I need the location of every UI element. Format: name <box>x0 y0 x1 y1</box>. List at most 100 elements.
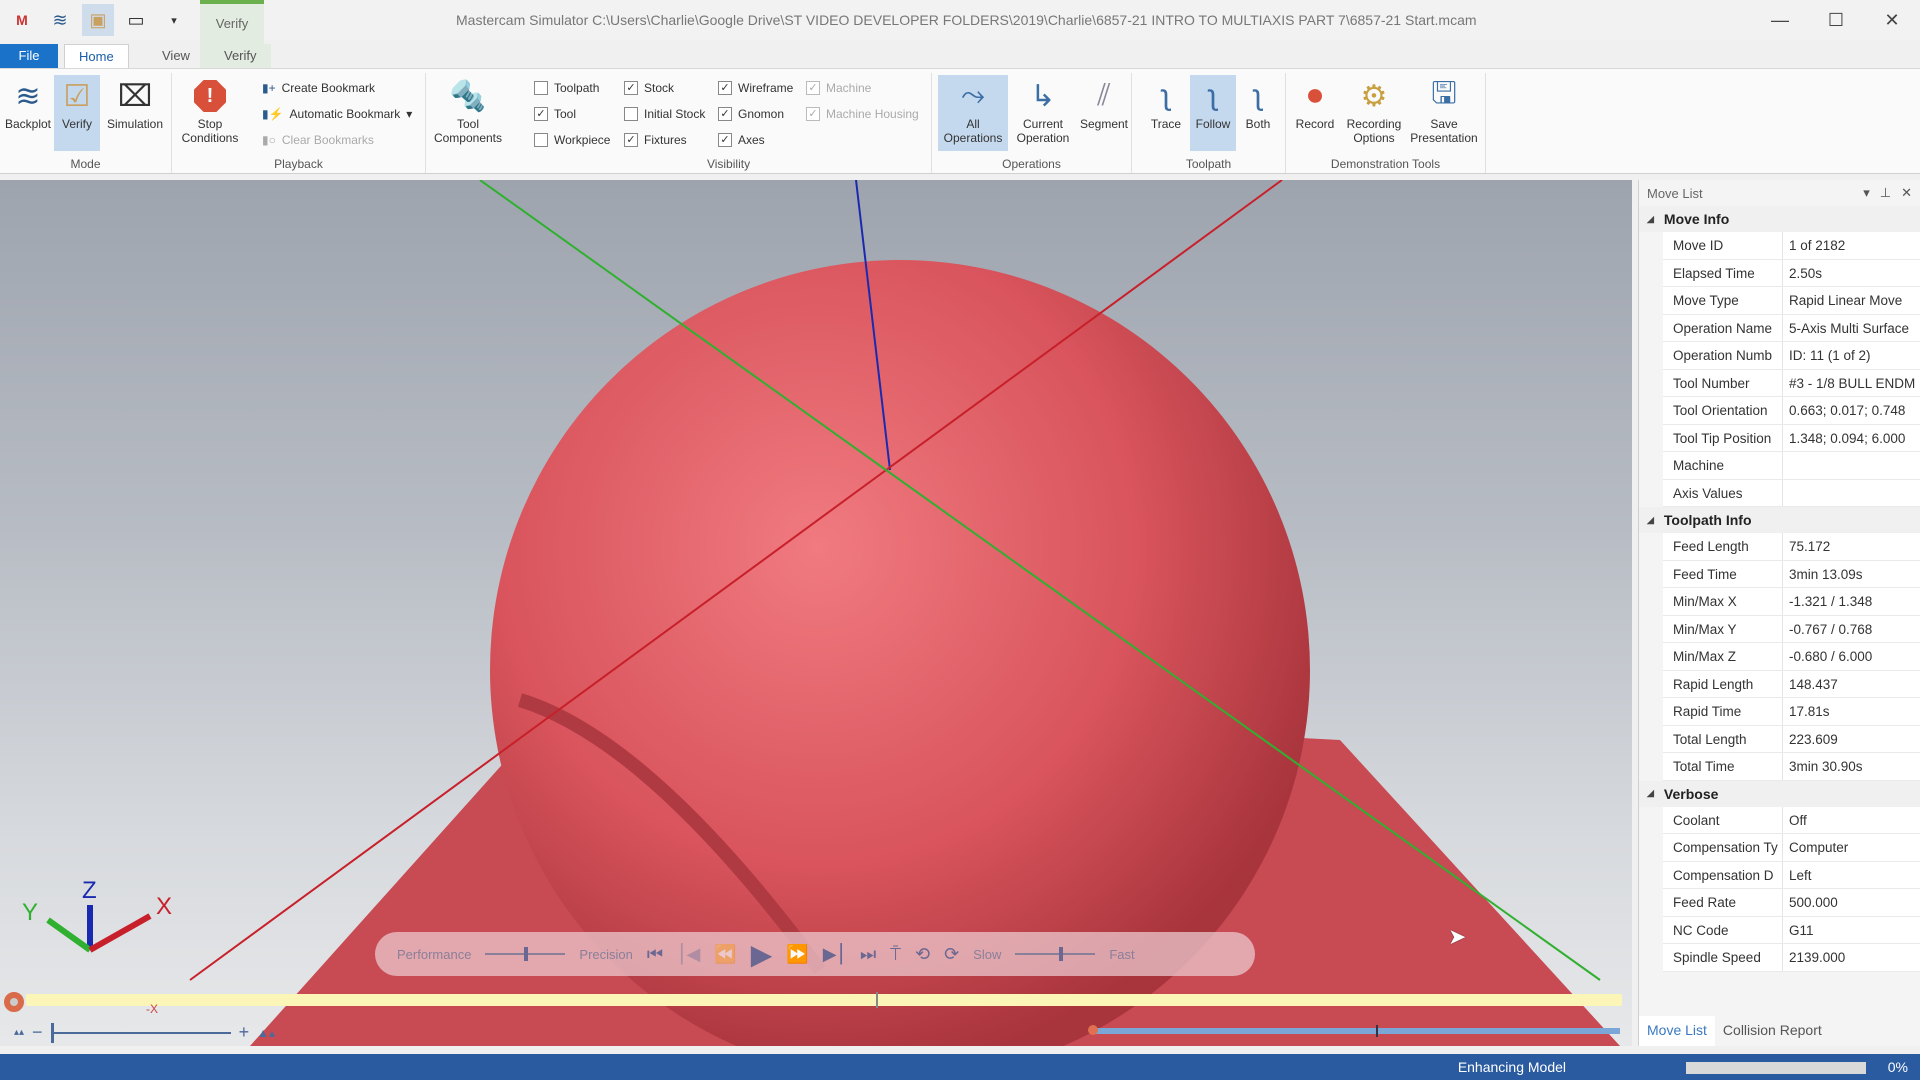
step-back-icon[interactable]: ⏪ <box>714 944 736 965</box>
backplot-button[interactable]: ≋ Backplot <box>2 75 54 151</box>
next-bookmark-icon[interactable]: ▶⎮ <box>823 944 846 965</box>
property-row[interactable]: Feed Time 3min 13.09s <box>1663 560 1920 588</box>
3d-viewport[interactable]: Z Y X Performance Precision ⏮ ⎮◀ ⏪ ▶ ⏩ ▶… <box>0 180 1632 1046</box>
panel-dropdown-icon[interactable]: ▾ <box>1863 185 1870 201</box>
property-row[interactable]: Operation Numb ID: 11 (1 of 2) <box>1663 342 1920 370</box>
tab-collision-report[interactable]: Collision Report <box>1715 1016 1830 1046</box>
zoom-in-large-icon[interactable]: ▲▴ <box>257 1026 275 1040</box>
checkbox-tool[interactable]: ✓ Tool <box>534 107 576 121</box>
follow-button[interactable]: ʅ Follow <box>1190 75 1236 151</box>
checkbox-fixtures[interactable]: ✓ Fixtures <box>624 133 687 147</box>
play-icon[interactable]: ▶ <box>751 938 773 971</box>
property-row[interactable]: Move Type Rapid Linear Move <box>1663 287 1920 315</box>
verify-button[interactable]: ☑ Verify <box>54 75 100 151</box>
property-row[interactable]: Feed Length 75.172 <box>1663 533 1920 561</box>
property-row[interactable]: Rapid Length 148.437 <box>1663 670 1920 698</box>
all-operations-button[interactable]: ⤳ All Operations <box>938 75 1008 151</box>
pin-icon[interactable]: ⊥ <box>1880 185 1891 201</box>
property-row[interactable]: Total Length 223.609 <box>1663 725 1920 753</box>
tab-verify[interactable]: Verify <box>210 44 271 68</box>
timeline-bar[interactable] <box>26 992 1622 1008</box>
checkbox-stock[interactable]: ✓ Stock <box>624 81 674 95</box>
property-row[interactable]: Elapsed Time 2.50s <box>1663 259 1920 287</box>
property-row[interactable]: Compensation D Left <box>1663 861 1920 889</box>
tab-file[interactable]: File <box>0 44 58 68</box>
customize-qat-icon[interactable]: ▾ <box>158 4 190 36</box>
tool-components-button[interactable]: 🔩 Tool Components <box>430 75 506 151</box>
property-row[interactable]: Tool Orientation 0.663; 0.017; 0.748 <box>1663 397 1920 425</box>
stop-conditions-button[interactable]: ! Stop Conditions <box>178 75 242 151</box>
add-bookmark-icon[interactable]: ⍑ <box>890 944 901 965</box>
speed-slider[interactable] <box>1015 947 1096 961</box>
repeat-icon[interactable]: ⟳ <box>944 944 959 965</box>
property-row[interactable]: Rapid Time 17.81s <box>1663 698 1920 726</box>
quality-slider[interactable] <box>485 947 566 961</box>
timeline-marker[interactable] <box>876 992 878 1008</box>
collapse-triangle-icon[interactable]: ◢ <box>1647 788 1654 799</box>
zoom-out-small-icon[interactable]: ▴▴ <box>14 1027 24 1038</box>
trace-button[interactable]: ʅ Trace <box>1144 75 1188 151</box>
previous-bookmark-icon[interactable]: ⎮◀ <box>677 944 700 965</box>
gnomon: Z Y X <box>22 880 172 953</box>
collapse-triangle-icon[interactable]: ◢ <box>1647 214 1654 225</box>
property-row[interactable]: Compensation Ty Computer <box>1663 834 1920 862</box>
checkbox-wireframe[interactable]: ✓ Wireframe <box>718 81 793 95</box>
zoom-slider[interactable] <box>50 1022 231 1043</box>
checkbox-toolpath[interactable]: Toolpath <box>534 81 599 95</box>
section-header[interactable]: ◢ Verbose <box>1639 780 1920 807</box>
close-button[interactable]: ✕ <box>1864 0 1920 40</box>
property-row[interactable]: Axis Values <box>1663 479 1920 507</box>
timeline-start-handle[interactable] <box>4 992 24 1012</box>
property-row[interactable]: Min/Max Y -0.767 / 0.768 <box>1663 615 1920 643</box>
current-operation-button[interactable]: ↳ Current Operation <box>1010 75 1076 151</box>
save-presentation-button[interactable]: 🖫 Save Presentation <box>1406 75 1482 151</box>
verify-qat-icon[interactable]: ▣ <box>82 4 114 36</box>
property-row[interactable]: Total Time 3min 30.90s <box>1663 753 1920 781</box>
automatic-bookmark-button[interactable]: ▮⚡ Automatic Bookmark ▾ <box>262 107 412 121</box>
clear-bookmarks-button[interactable]: ▮○ Clear Bookmarks <box>262 133 374 147</box>
section-header[interactable]: ◢ Move Info <box>1639 206 1920 232</box>
recording-options-button[interactable]: ⚙ Recording Options <box>1342 75 1406 151</box>
backplot-qat-icon[interactable]: ≋ <box>44 4 76 36</box>
operation-start-handle[interactable] <box>1088 1025 1098 1035</box>
record-button[interactable]: ⏺ Record <box>1290 75 1340 151</box>
both-button[interactable]: ʅ Both <box>1236 75 1280 151</box>
property-row[interactable]: NC Code G11 <box>1663 916 1920 944</box>
checkbox-machine-housing[interactable]: ✓ Machine Housing <box>806 107 919 121</box>
property-row[interactable]: Coolant Off <box>1663 806 1920 834</box>
panel-close-icon[interactable]: ✕ <box>1901 185 1912 201</box>
loop-icon[interactable]: ⟲ <box>915 944 930 965</box>
section-header[interactable]: ◢ Toolpath Info <box>1639 507 1920 533</box>
segment-button[interactable]: ⫽ Segment <box>1076 75 1132 151</box>
checkbox-axes[interactable]: ✓ Axes <box>718 133 765 147</box>
simulation-qat-icon[interactable]: ▭ <box>120 4 152 36</box>
property-row[interactable]: Operation Name 5-Axis Multi Surface <box>1663 314 1920 342</box>
checkbox-initial-stock[interactable]: Initial Stock <box>624 107 705 121</box>
zoom-in-button[interactable]: + <box>239 1022 250 1043</box>
operation-progress-bar[interactable] <box>1088 1025 1620 1037</box>
property-row[interactable]: Machine <box>1663 452 1920 480</box>
step-forward-icon[interactable]: ⏩ <box>786 944 808 965</box>
tab-view[interactable]: View <box>148 44 204 68</box>
tab-home[interactable]: Home <box>64 44 129 68</box>
property-row[interactable]: Feed Rate 500.000 <box>1663 889 1920 917</box>
go-to-start-icon[interactable]: ⏮ <box>647 944 663 965</box>
collapse-triangle-icon[interactable]: ◢ <box>1647 515 1654 526</box>
tab-move-list[interactable]: Move List <box>1639 1016 1715 1046</box>
property-row[interactable]: Move ID 1 of 2182 <box>1663 232 1920 260</box>
minimize-button[interactable]: — <box>1752 0 1808 40</box>
checkbox-gnomon[interactable]: ✓ Gnomon <box>718 107 784 121</box>
maximize-button[interactable]: ☐ <box>1808 0 1864 40</box>
property-row[interactable]: Min/Max Z -0.680 / 6.000 <box>1663 643 1920 671</box>
checkbox-workpiece[interactable]: Workpiece <box>534 133 610 147</box>
property-row[interactable]: Tool Tip Position 1.348; 0.094; 6.000 <box>1663 424 1920 452</box>
create-bookmark-button[interactable]: ▮+ Create Bookmark <box>262 81 375 95</box>
simulation-button[interactable]: ⌧ Simulation <box>104 75 166 151</box>
zoom-out-button[interactable]: − <box>32 1022 43 1043</box>
property-row[interactable]: Spindle Speed 2139.000 <box>1663 944 1920 972</box>
go-to-end-icon[interactable]: ⏭ <box>860 944 876 965</box>
checkbox-machine[interactable]: ✓ Machine <box>806 81 871 95</box>
property-row[interactable]: Tool Number #3 - 1/8 BULL ENDM <box>1663 369 1920 397</box>
property-row[interactable]: Min/Max X -1.321 / 1.348 <box>1663 588 1920 616</box>
record-icon: ⏺ <box>1307 79 1323 112</box>
